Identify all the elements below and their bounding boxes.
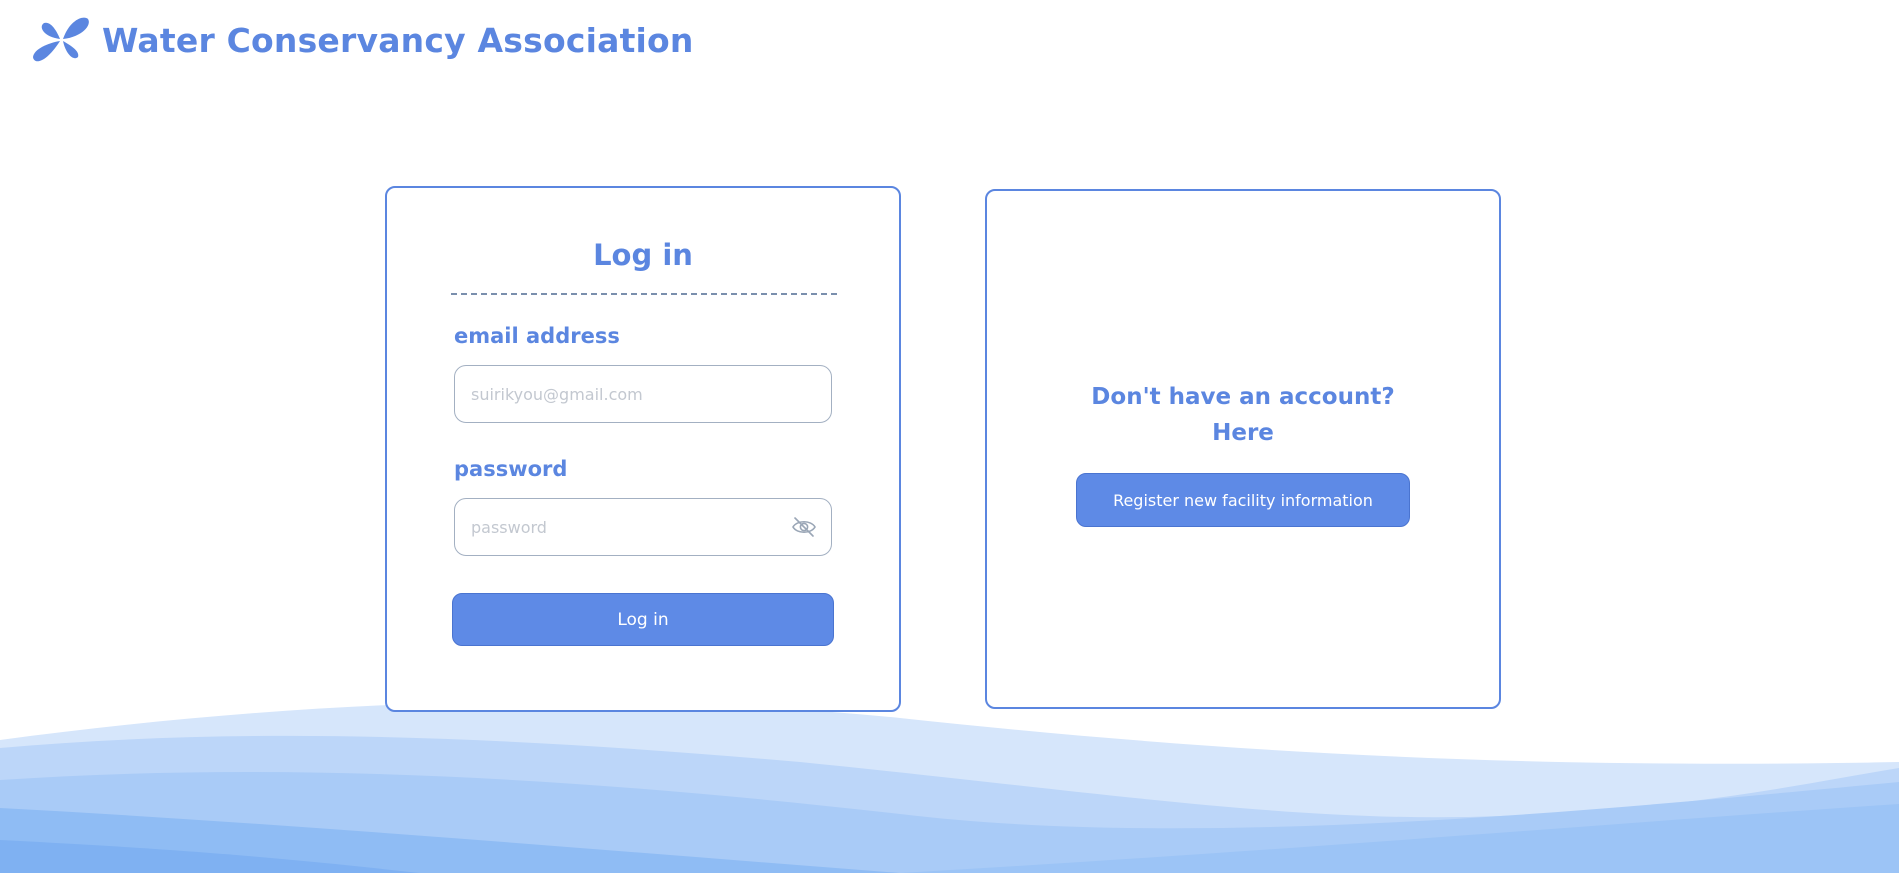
register-prompt: Don't have an account? Here xyxy=(1091,379,1394,451)
login-page: Water Conservancy Association Log in ema… xyxy=(0,0,1899,873)
email-label: email address xyxy=(454,324,620,348)
water-drops-logo-icon xyxy=(33,17,89,62)
wave-decoration xyxy=(0,701,1899,873)
login-title: Log in xyxy=(593,238,693,272)
email-field-container[interactable] xyxy=(454,365,832,423)
email-field[interactable] xyxy=(469,383,817,405)
login-button[interactable]: Log in xyxy=(452,593,834,646)
password-field[interactable] xyxy=(469,516,783,538)
app-header: Water Conservancy Association xyxy=(30,14,694,66)
password-label: password xyxy=(454,457,568,481)
register-facility-button[interactable]: Register new facility information xyxy=(1076,473,1410,527)
eye-slash-icon[interactable] xyxy=(791,516,817,538)
password-field-container[interactable] xyxy=(454,498,832,556)
register-prompt-line1: Don't have an account? xyxy=(1091,384,1395,410)
app-title: Water Conservancy Association xyxy=(102,20,694,60)
register-prompt-line2: Here xyxy=(1212,420,1274,446)
register-card: Don't have an account? Here Register new… xyxy=(985,189,1501,709)
login-divider xyxy=(451,293,837,295)
login-card: Log in email address password Log in xyxy=(385,186,901,712)
